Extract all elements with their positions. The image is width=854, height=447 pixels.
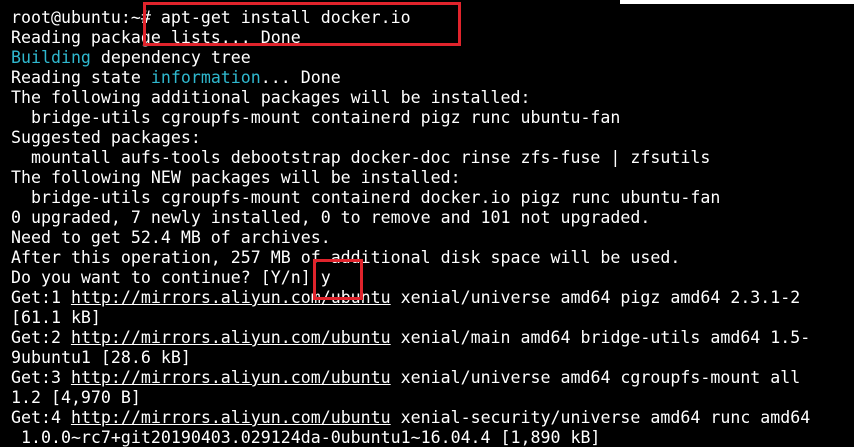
output-highlight-word: Building xyxy=(11,48,91,67)
download-line: Get:2 http://mirrors.aliyun.com/ubuntu x… xyxy=(11,328,854,348)
download-text: xenial/main amd64 bridge-utils amd64 1.5… xyxy=(390,328,811,347)
output-line: The following NEW packages will be insta… xyxy=(11,168,461,187)
download-text: xenial-security/universe amd64 runc amd6… xyxy=(390,408,811,427)
terminal-output: root@ubuntu:~# apt-get install docker.io… xyxy=(11,8,854,447)
output-line: Suggested packages: xyxy=(11,128,201,147)
download-prefix: Get:1 xyxy=(11,288,71,307)
output-line: Need to get 52.4 MB of archives. xyxy=(11,228,331,247)
download-text: xenial/universe amd64 cgroupfs-mount all xyxy=(390,368,801,387)
output-line: After this operation, 257 MB of addition… xyxy=(11,248,681,267)
continue-answer: y xyxy=(320,268,331,287)
download-line-cont: 1.2 [4,970 B] xyxy=(11,388,141,407)
download-line: Get:4 http://mirrors.aliyun.com/ubuntu x… xyxy=(11,408,854,428)
download-prefix: Get:2 xyxy=(11,328,71,347)
output-line: The following additional packages will b… xyxy=(11,88,531,107)
output-text: ... Done xyxy=(260,68,341,87)
download-line: Get:1 http://mirrors.aliyun.com/ubuntu x… xyxy=(11,288,854,308)
output-line: Building dependency tree xyxy=(11,48,854,68)
download-line-cont: [61.1 kB] xyxy=(11,308,101,327)
output-text: dependency tree xyxy=(90,48,251,67)
mirror-link[interactable]: http://mirrors.aliyun.com/ubuntu xyxy=(71,288,391,307)
download-line: Get:3 http://mirrors.aliyun.com/ubuntu x… xyxy=(11,368,854,388)
download-prefix: Get:3 xyxy=(11,368,71,387)
download-line-cont: 9ubuntu1 [28.6 kB] xyxy=(11,348,191,367)
output-text: Reading state xyxy=(11,68,151,87)
output-line: Reading state information... Done xyxy=(11,68,854,88)
output-line: bridge-utils cgroupfs-mount containerd d… xyxy=(11,188,721,207)
mirror-link[interactable]: http://mirrors.aliyun.com/ubuntu xyxy=(71,368,391,387)
shell-prompt: root@ubuntu:~# xyxy=(11,8,151,27)
window-edge xyxy=(620,0,854,4)
mirror-link[interactable]: http://mirrors.aliyun.com/ubuntu xyxy=(71,328,391,347)
output-highlight-word: information xyxy=(150,68,261,87)
download-line-cont: 1.0.0~rc7+git20190403.029124da-0ubuntu1~… xyxy=(11,428,601,447)
download-prefix: Get:4 xyxy=(11,408,71,427)
output-line: Reading package lists... Done xyxy=(11,28,301,47)
mirror-link[interactable]: http://mirrors.aliyun.com/ubuntu xyxy=(71,408,391,427)
download-text: xenial/universe amd64 pigz amd64 2.3.1-2 xyxy=(390,288,801,307)
command-line: root@ubuntu:~# apt-get install docker.io xyxy=(11,8,854,28)
continue-prompt: Do you want to continue? [Y/n] xyxy=(11,268,321,287)
output-line: bridge-utils cgroupfs-mount containerd p… xyxy=(11,108,621,127)
continue-prompt-line: Do you want to continue? [Y/n] y xyxy=(11,268,854,288)
command-text: apt-get install docker.io xyxy=(150,8,411,27)
output-line: mountall aufs-tools debootstrap docker-d… xyxy=(11,148,711,167)
output-line: 0 upgraded, 7 newly installed, 0 to remo… xyxy=(11,208,651,227)
terminal-window[interactable]: root@ubuntu:~# apt-get install docker.io… xyxy=(0,0,854,447)
